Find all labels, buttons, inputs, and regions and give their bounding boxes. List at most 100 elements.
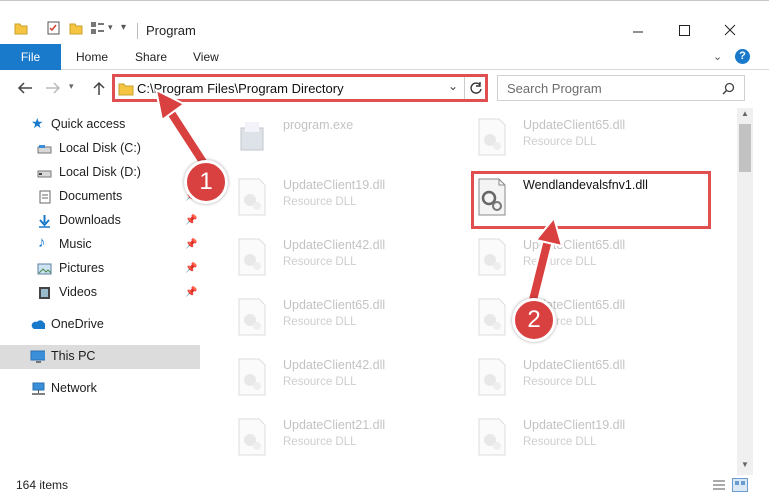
scroll-up-icon[interactable]: ▲	[741, 109, 749, 118]
help-icon[interactable]: ?	[735, 49, 750, 64]
list-item[interactable]: UpdateClient42.dll Resource DLL	[217, 350, 457, 402]
file-type: Resource DLL	[523, 256, 597, 268]
folder-icon[interactable]	[14, 21, 28, 35]
sidebar-item-onedrive[interactable]: OneDrive	[0, 313, 200, 337]
forward-arrow-icon[interactable]	[44, 80, 62, 96]
expand-ribbon-icon[interactable]: ⌄	[713, 50, 722, 63]
search-input[interactable]: Search Program	[497, 75, 745, 101]
file-name: UpdateClient65.dll	[283, 298, 386, 312]
search-placeholder: Search Program	[507, 81, 602, 96]
pin-icon[interactable]: 📌	[185, 263, 197, 274]
list-item[interactable]: UpdateClient65.dll Resource DLL	[457, 350, 697, 402]
sidebar-item-videos[interactable]: Videos 📌	[0, 281, 200, 305]
list-item[interactable]: UpdateClient65.dll Resource DLL	[457, 290, 697, 342]
sidebar-item-local-disk-c[interactable]: Local Disk (C:)	[0, 137, 200, 161]
sidebar-item-quick-access[interactable]: ★ Quick access	[0, 113, 200, 137]
video-icon	[39, 287, 50, 299]
sidebar-item-label: OneDrive	[51, 317, 104, 331]
list-item[interactable]: program.exe	[217, 110, 457, 162]
download-icon	[39, 215, 50, 228]
chevron-down-icon[interactable]: ⌄	[448, 79, 458, 93]
pin-icon[interactable]: 📌	[185, 287, 197, 298]
chevron-down-icon[interactable]: ▾	[108, 22, 113, 33]
sidebar-item-local-disk-d[interactable]: Local Disk (D:)	[0, 161, 200, 185]
file-type: Resource DLL	[283, 436, 357, 448]
sidebar-item-downloads[interactable]: Downloads 📌	[0, 209, 200, 233]
vertical-scrollbar[interactable]: ▲ ▼	[737, 108, 753, 475]
file-name: UpdateClient19.dll	[283, 178, 386, 192]
sidebar-item-label: Network	[51, 381, 97, 395]
dll-file-icon	[238, 178, 266, 216]
new-folder-icon[interactable]	[69, 21, 83, 35]
details-view-icon[interactable]	[712, 479, 726, 491]
list-item[interactable]: UpdateClient42.dll Resource DLL	[217, 230, 457, 282]
pin-icon[interactable]: 📌	[185, 215, 197, 226]
file-type: Resource DLL	[523, 376, 597, 388]
minimize-icon[interactable]	[630, 23, 646, 39]
pictures-icon	[37, 263, 52, 275]
tab-file[interactable]: File	[0, 44, 61, 70]
list-item[interactable]: UpdateClient21.dll Resource DLL	[217, 410, 457, 462]
sidebar-item-label: Local Disk (C:)	[59, 141, 141, 155]
sidebar-item-this-pc[interactable]: This PC	[0, 345, 200, 369]
star-icon: ★	[31, 115, 44, 131]
sidebar-item-label: Local Disk (D:)	[59, 165, 141, 179]
pin-icon[interactable]: 📌	[185, 239, 197, 250]
sidebar-item-music[interactable]: ♪ Music 📌	[0, 233, 200, 257]
file-list: program.exe UpdateClient65.dll Resource …	[207, 108, 737, 468]
address-bar[interactable]: C:\Program Files\Program Directory ⌄	[112, 74, 488, 102]
status-bar: 164 items	[0, 475, 769, 504]
tab-view[interactable]: View	[193, 44, 219, 70]
window-title: Program	[146, 23, 196, 38]
file-highlight-box	[471, 171, 711, 229]
sidebar-item-label: Videos	[59, 285, 97, 299]
list-item[interactable]: UpdateClient19.dll Resource DLL	[217, 170, 457, 222]
list-item[interactable]: UpdateClient65.dll Resource DLL	[457, 230, 697, 282]
file-type: Resource DLL	[523, 136, 597, 148]
sidebar-item-label: Downloads	[59, 213, 121, 227]
close-icon[interactable]	[722, 23, 738, 39]
list-item[interactable]: UpdateClient65.dll Resource DLL	[217, 290, 457, 342]
maximize-icon[interactable]	[676, 23, 692, 39]
music-icon: ♪	[38, 234, 46, 251]
back-arrow-icon[interactable]	[16, 80, 34, 96]
sidebar-item-label: Music	[59, 237, 92, 251]
dll-file-icon	[478, 118, 506, 156]
dll-file-icon	[238, 418, 266, 456]
tab-share[interactable]: Share	[135, 44, 167, 70]
file-name: UpdateClient65.dll	[523, 118, 626, 132]
large-icons-view-icon[interactable]	[732, 478, 748, 492]
sidebar-item-documents[interactable]: Documents 📌	[0, 185, 200, 209]
dll-file-icon	[238, 298, 266, 336]
recent-locations-icon[interactable]: ▾	[69, 81, 74, 92]
cloud-icon	[31, 320, 45, 329]
file-name: UpdateClient42.dll	[283, 358, 386, 372]
title-bar: ▾ ▾ Program	[0, 0, 769, 40]
navigation-pane: ★ Quick access Local Disk (C:) Local Dis…	[0, 108, 200, 468]
file-type: Resource DLL	[283, 256, 357, 268]
customize-toolbar-icon[interactable]: ▾	[121, 22, 126, 33]
scroll-down-icon[interactable]: ▼	[741, 460, 749, 469]
file-name: UpdateClient65.dll	[523, 238, 626, 252]
search-icon[interactable]	[722, 82, 735, 95]
list-item[interactable]: UpdateClient65.dll Resource DLL	[457, 110, 697, 162]
dll-file-icon	[238, 358, 266, 396]
sidebar-item-network[interactable]: Network	[0, 377, 200, 401]
properties-icon[interactable]	[47, 21, 61, 35]
dll-file-icon	[478, 418, 506, 456]
tab-home[interactable]: Home	[76, 44, 108, 70]
scrollbar-thumb[interactable]	[739, 124, 751, 172]
documents-icon	[39, 190, 51, 204]
navigation-bar: ▾ C:\Program Files\Program Directory ⌄ S…	[0, 70, 769, 106]
sidebar-item-pictures[interactable]: Pictures 📌	[0, 257, 200, 281]
view-options-icon[interactable]	[90, 21, 106, 35]
dll-file-icon	[238, 238, 266, 276]
refresh-icon[interactable]	[469, 81, 483, 95]
file-type: Resource DLL	[283, 316, 357, 328]
file-name: UpdateClient21.dll	[283, 418, 386, 432]
exe-file-icon	[240, 122, 264, 151]
list-item[interactable]: UpdateClient19.dll Resource DLL	[457, 410, 697, 462]
address-path[interactable]: C:\Program Files\Program Directory	[137, 81, 344, 96]
up-arrow-icon[interactable]	[90, 80, 108, 96]
sidebar-item-label: Quick access	[51, 117, 126, 131]
